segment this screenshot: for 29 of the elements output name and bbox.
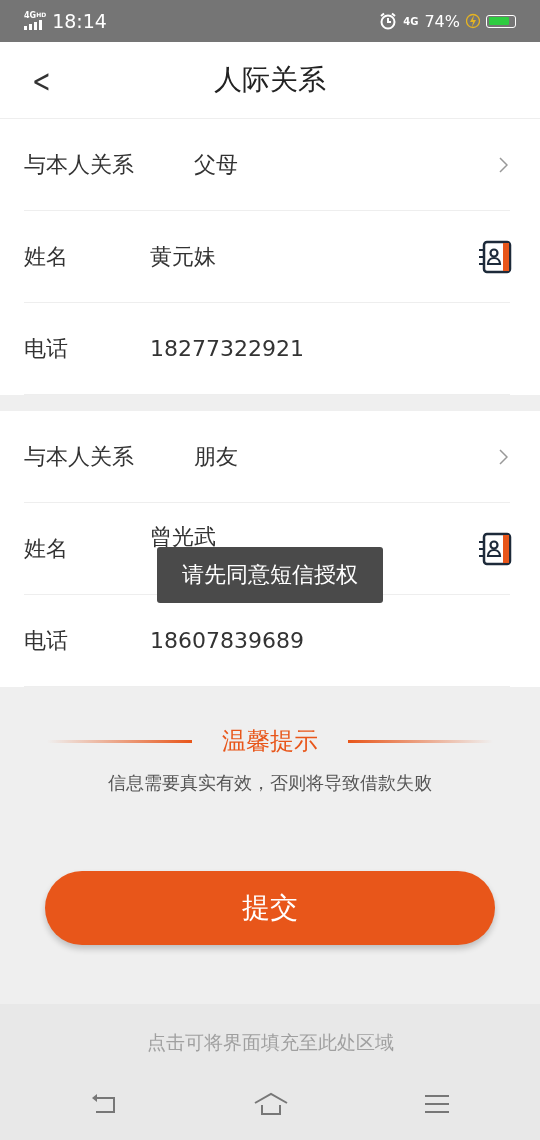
message-toast: 请先同意短信授权	[157, 547, 383, 603]
tip-title: 温馨提示	[222, 726, 318, 757]
chevron-icon[interactable]	[498, 448, 508, 465]
contact-book-icon[interactable]	[478, 531, 512, 566]
field-label: 姓名	[24, 534, 69, 563]
field-value: 18277322921	[150, 336, 304, 361]
back-button[interactable]: <	[32, 62, 51, 100]
field-value[interactable]: 朋友	[194, 441, 238, 472]
field-label: 与本人关系	[24, 150, 135, 179]
home-icon[interactable]	[253, 1092, 289, 1116]
field-value: 18607839689	[150, 628, 304, 653]
field-label: 与本人关系	[24, 442, 135, 471]
contact-book-icon[interactable]	[478, 239, 512, 274]
battery-icon	[486, 14, 516, 28]
network-type: 4G	[403, 15, 419, 27]
page-title: 人际关系	[214, 62, 326, 98]
chevron-icon[interactable]	[498, 156, 508, 173]
back-icon[interactable]	[90, 1093, 118, 1115]
field-value[interactable]: 父母	[194, 149, 238, 180]
battery-percent: 74%	[424, 11, 460, 31]
field-label: 电话	[24, 626, 69, 655]
menu-icon[interactable]	[424, 1094, 450, 1114]
field-label: 姓名	[24, 242, 69, 271]
tip-text: 信息需要真实有效，否则将导致借款失败	[108, 771, 432, 795]
status-time: 18:14	[52, 10, 107, 32]
field-value[interactable]: 黄元妹	[150, 241, 216, 272]
field-label: 电话	[24, 334, 69, 363]
submit-button[interactable]: 提交	[45, 871, 495, 945]
alarm-icon	[379, 12, 398, 30]
